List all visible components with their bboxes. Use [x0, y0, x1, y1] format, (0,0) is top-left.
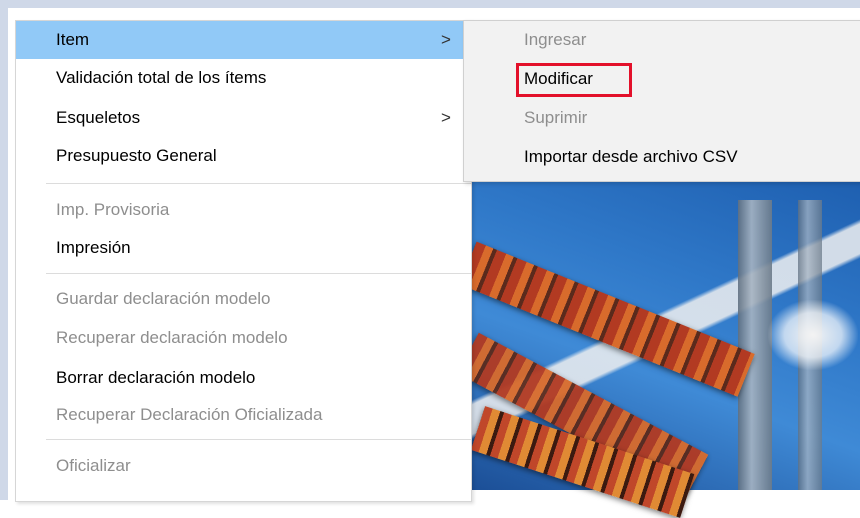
menu-item-recuperar-declaracion-oficializada[interactable]: Recuperar Declaración Oficializada — [16, 396, 471, 434]
menu-item-oficializar[interactable]: Oficializar — [16, 447, 471, 485]
menu-item-label: Imp. Provisoria — [56, 200, 170, 219]
item-submenu: Ingresar Modificar Suprimir Importar des… — [463, 20, 860, 182]
menu-item-label: Item — [56, 30, 90, 49]
context-menu: Item > Validación total de los ítems Esq… — [15, 20, 472, 502]
menu-separator — [46, 273, 471, 274]
menu-item-item[interactable]: Item > — [16, 21, 471, 59]
menu-item-presupuesto-general[interactable]: Presupuesto General — [16, 137, 471, 175]
menu-separator — [46, 439, 471, 440]
menu-item-label: Oficializar — [56, 456, 131, 475]
menu-item-esqueletos[interactable]: Esqueletos > — [16, 99, 471, 137]
menu-item-guardar-declaracion-modelo[interactable]: Guardar declaración modelo — [16, 280, 471, 318]
menu-separator — [46, 183, 471, 184]
menu-item-label: Guardar declaración modelo — [56, 289, 271, 308]
submenu-item-importar-csv[interactable]: Importar desde archivo CSV — [464, 138, 860, 176]
window-frame-top — [0, 0, 860, 8]
menu-item-impresion[interactable]: Impresión — [16, 229, 471, 267]
submenu-arrow-icon: > — [441, 30, 451, 49]
menu-item-label: Recuperar Declaración Oficializada — [56, 405, 323, 424]
menu-item-label: Esqueletos — [56, 108, 141, 127]
menu-item-label: Borrar declaración modelo — [56, 368, 256, 387]
menu-item-label: Impresión — [56, 238, 131, 257]
menu-item-label: Presupuesto General — [56, 146, 217, 165]
submenu-item-ingresar[interactable]: Ingresar — [464, 21, 860, 59]
cloud — [768, 300, 858, 370]
menu-item-recuperar-declaracion-modelo[interactable]: Recuperar declaración modelo — [16, 319, 471, 357]
menu-item-imp-provisoria[interactable]: Imp. Provisoria — [16, 191, 471, 229]
submenu-item-suprimir[interactable]: Suprimir — [464, 99, 860, 137]
submenu-arrow-icon: > — [441, 108, 451, 127]
background-bridge-image — [457, 180, 860, 518]
bridge-pillar — [738, 200, 772, 490]
menu-item-label: Recuperar declaración modelo — [56, 328, 288, 347]
submenu-item-label: Importar desde archivo CSV — [524, 147, 738, 166]
window-frame-left — [0, 0, 8, 500]
submenu-item-label: Suprimir — [524, 108, 588, 127]
red-highlight-box — [516, 63, 632, 97]
menu-item-validacion-total[interactable]: Validación total de los ítems — [16, 59, 471, 97]
menu-item-label: Validación total de los ítems — [56, 68, 267, 87]
submenu-item-label: Ingresar — [524, 30, 587, 49]
menu-item-borrar-declaracion-modelo[interactable]: Borrar declaración modelo — [16, 359, 471, 397]
